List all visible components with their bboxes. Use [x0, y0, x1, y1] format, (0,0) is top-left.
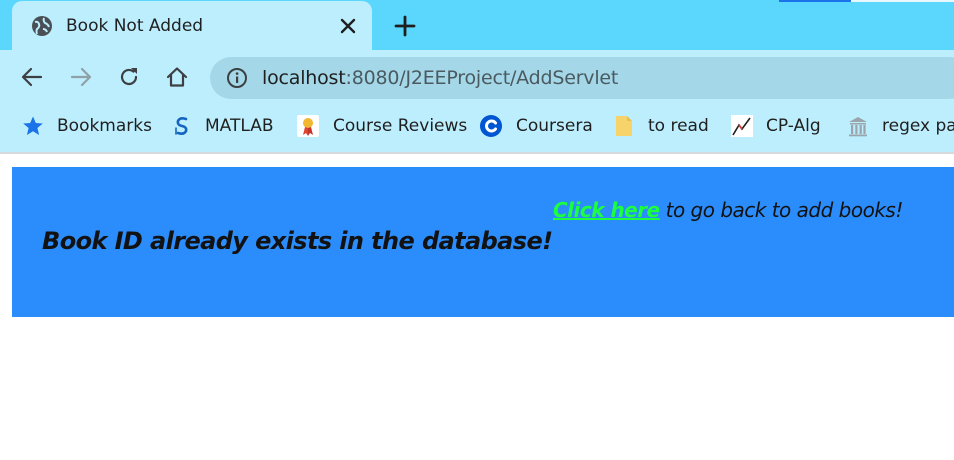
browser-tab[interactable]: Book Not Added [12, 1, 372, 50]
tab-strip-accent [779, 0, 851, 2]
tab-strip: Book Not Added [0, 0, 954, 50]
bookmark-label: to read [648, 116, 709, 136]
bookmark-label: Coursera [516, 116, 593, 136]
click-here-link[interactable]: Click here [553, 198, 660, 222]
star-icon [23, 116, 43, 135]
close-icon[interactable] [338, 16, 358, 36]
url-host: localhost [262, 67, 346, 89]
browser-toolbar: localhost:8080/J2EEProject/AddServlet [0, 50, 954, 104]
info-icon[interactable] [226, 67, 248, 89]
chart-icon [731, 115, 753, 137]
back-message: Click here to go back to add books! [553, 198, 903, 222]
url-text[interactable]: localhost:8080/J2EEProject/AddServlet [262, 67, 618, 89]
url-path: :8080/J2EEProject/AddServlet [345, 67, 619, 89]
forward-arrow-icon[interactable] [69, 65, 93, 89]
back-message-text: to go back to add books! [659, 198, 904, 222]
coursera-icon [480, 115, 502, 137]
bookmark-matlab[interactable]: MATLAB [171, 104, 274, 148]
bookmark-label: Course Reviews [333, 116, 468, 136]
reload-icon[interactable] [117, 65, 141, 89]
folder-icon [616, 116, 632, 136]
tab-title: Book Not Added [66, 16, 204, 36]
new-tab-button[interactable] [394, 15, 416, 37]
page-content: Click here to go back to add books! Book… [0, 154, 954, 460]
bookmark-label: Bookmarks [57, 116, 152, 136]
bookmark-label: MATLAB [205, 116, 274, 136]
home-icon[interactable] [165, 65, 189, 89]
tab-strip-accent-light [851, 0, 954, 2]
bookmark-regex[interactable]: regex par [847, 104, 954, 148]
bookmark-label: regex par [882, 116, 954, 136]
bookmark-course-reviews[interactable]: Course Reviews [297, 104, 467, 148]
message-banner: Click here to go back to add books! Book… [12, 167, 954, 317]
back-arrow-icon[interactable] [20, 65, 44, 89]
error-heading: Book ID already exists in the database! [42, 227, 553, 255]
globe-icon [32, 16, 52, 36]
matlab-icon [175, 117, 188, 135]
building-icon [849, 117, 867, 137]
course-reviews-icon [297, 115, 319, 137]
bookmark-cp-alg[interactable]: CP-Alg [731, 104, 821, 148]
bookmark-coursera[interactable]: Coursera [480, 104, 593, 148]
bookmark-label: CP-Alg [766, 116, 821, 136]
bookmark-bookmarks[interactable]: Bookmarks [22, 104, 152, 148]
bookmark-folder-to-read[interactable]: to read [613, 104, 709, 148]
address-bar[interactable]: localhost:8080/J2EEProject/AddServlet [210, 57, 954, 99]
bookmarks-bar: Bookmarks MATLAB Course Reviews Coursera… [0, 104, 954, 154]
